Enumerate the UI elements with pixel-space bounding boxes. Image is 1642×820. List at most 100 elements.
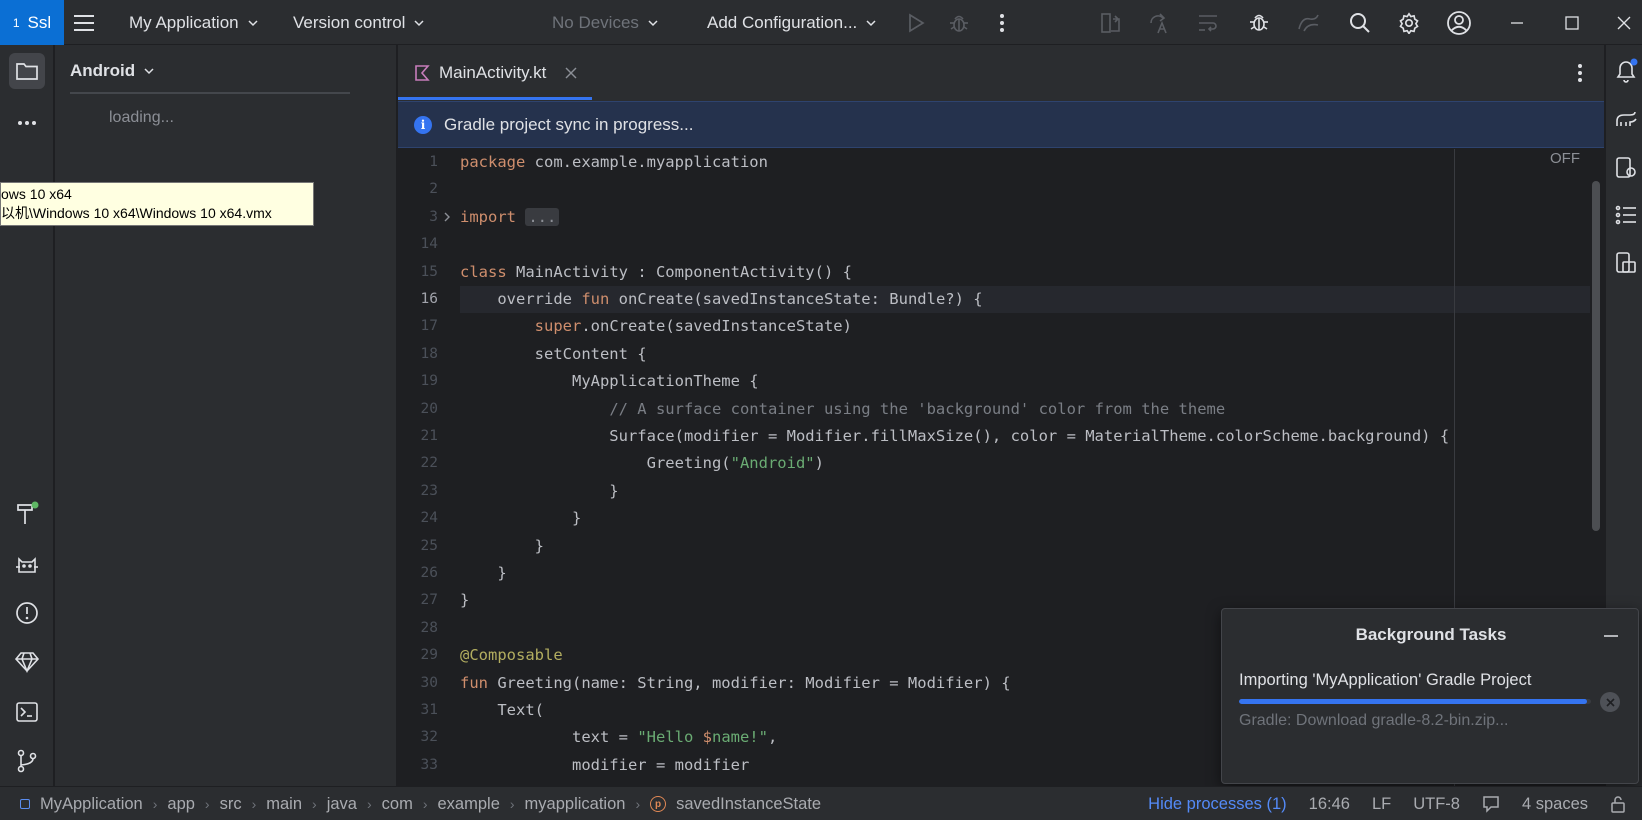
active-tab-indicator [398, 97, 592, 100]
hammer-icon [17, 501, 39, 524]
profiler-button[interactable] [1295, 9, 1323, 37]
code-line: } [460, 481, 619, 500]
line-number: 22 [420, 455, 438, 472]
line-number: 28 [420, 619, 438, 636]
more-vertical-icon [1000, 14, 1004, 32]
gradle-tool-button[interactable] [1614, 107, 1638, 133]
close-window-button[interactable] [1610, 9, 1638, 37]
bug-arrow-icon [1250, 14, 1268, 31]
background-tasks-title: Background Tasks [1355, 625, 1507, 644]
project-tool-button[interactable] [9, 53, 45, 89]
breadcrumb-separator-icon: › [312, 796, 317, 812]
chevron-down-icon [866, 19, 876, 26]
folded-imports[interactable]: ... [525, 207, 560, 226]
breadcrumb-item[interactable]: src [220, 795, 242, 814]
debug-button[interactable] [945, 9, 973, 37]
breadcrumb-item[interactable]: com [382, 795, 413, 814]
device-manager-button[interactable] [1614, 155, 1638, 181]
status-lock-icon[interactable] [1610, 795, 1626, 813]
status-time: 16:46 [1308, 794, 1350, 813]
breadcrumb-item[interactable]: example [438, 795, 500, 814]
sync-gradle-button[interactable] [1194, 9, 1222, 37]
breadcrumb-item[interactable]: app [167, 795, 195, 814]
minimize-button[interactable] [1503, 9, 1531, 37]
title-bar: 1 Ssl My Application Version control No … [0, 0, 1642, 45]
breadcrumb-item[interactable]: savedInstanceState [676, 795, 821, 814]
build-tool-button[interactable] [13, 500, 41, 528]
device-selector[interactable]: No Devices [552, 0, 659, 45]
more-tools-button[interactable] [13, 109, 41, 137]
tooltip-line-1: ows 10 x64 [1, 186, 72, 202]
vcs-selector[interactable]: Version control [293, 0, 425, 45]
breadcrumb-item[interactable]: MyApplication [40, 795, 143, 814]
account-button[interactable] [1445, 9, 1473, 37]
close-icon [1605, 697, 1615, 707]
parameter-icon: p [650, 796, 667, 812]
branch-icon [17, 749, 37, 773]
info-icon: i [414, 115, 432, 134]
editor-tab-mainactivity[interactable]: MainActivity.kt [414, 45, 577, 101]
status-comment-icon[interactable] [1482, 795, 1500, 813]
inlay-off-label[interactable]: OFF [1550, 149, 1580, 168]
terminal-tool-button[interactable] [13, 698, 41, 726]
line-number: 14 [420, 236, 438, 253]
hide-processes-link[interactable]: Hide processes (1) [1148, 795, 1286, 814]
vertical-scrollbar[interactable] [1592, 181, 1600, 531]
line-number: 26 [420, 565, 438, 581]
line-separator-widget[interactable]: LF [1372, 795, 1391, 814]
encoding-widget[interactable]: UTF-8 [1413, 795, 1460, 814]
code-line: package com.example.myapplication [460, 153, 768, 171]
background-tasks-popup: Background Tasks Importing 'MyApplicatio… [1221, 608, 1639, 784]
fold-chevron-icon[interactable] [442, 204, 454, 231]
cancel-task-button[interactable] [1600, 692, 1620, 712]
line-number: 15 [420, 263, 438, 280]
tab-options-button[interactable] [1566, 59, 1594, 87]
minimize-popup-button[interactable] [1602, 627, 1620, 645]
search-icon [1350, 13, 1370, 33]
search-button[interactable] [1346, 9, 1374, 37]
notifications-button[interactable] [1614, 58, 1638, 84]
taskbar-ssl-tab[interactable]: 1 Ssl [0, 0, 64, 45]
vcs-label: Version control [293, 12, 406, 32]
code-line: MyApplicationTheme { [460, 372, 759, 391]
chevron-down-icon [144, 68, 154, 75]
run-button[interactable] [902, 9, 930, 37]
breadcrumb-item[interactable]: java [327, 795, 357, 814]
kotlin-file-icon [415, 65, 430, 81]
project-selector[interactable]: My Application [129, 0, 259, 45]
window-tooltip: ows 10 x64 以机\Windows 10 x64\Windows 10 … [0, 182, 314, 226]
tab-close-button[interactable] [565, 67, 577, 79]
tooltip-line-2: 以机\Windows 10 x64\Windows 10 x64.vmx [1, 205, 272, 221]
code-line: Greeting("Android") [460, 454, 824, 473]
unlock-icon [1611, 796, 1625, 813]
logcat-tool-button[interactable] [13, 550, 41, 578]
apply-changes-button[interactable] [1097, 9, 1125, 37]
comment-icon [1483, 796, 1499, 813]
breadcrumb-item[interactable]: myapplication [525, 795, 626, 814]
project-view-selector[interactable]: Android [70, 61, 155, 81]
code-line: } [460, 509, 582, 528]
apply-code-changes-button[interactable] [1145, 9, 1173, 37]
profiler-icon [1298, 14, 1319, 32]
attach-debugger-button[interactable] [1245, 9, 1273, 37]
play-icon [909, 13, 925, 33]
chevron-down-icon [414, 19, 424, 26]
bug-icon [950, 15, 968, 32]
device-explorer-button[interactable] [1614, 250, 1638, 276]
main-menu-button[interactable] [70, 9, 98, 37]
settings-button[interactable] [1395, 9, 1423, 37]
problems-tool-button[interactable] [13, 599, 41, 627]
more-actions-button[interactable] [988, 9, 1016, 37]
git-tool-button[interactable] [13, 747, 41, 775]
line-number: 23 [420, 482, 438, 499]
breadcrumb-separator-icon: › [152, 796, 158, 812]
gear-icon [1399, 12, 1419, 34]
run-config-selector[interactable]: Add Configuration... [707, 0, 877, 45]
breadcrumb-item[interactable]: main [266, 795, 302, 814]
line-number: 29 [420, 647, 438, 664]
app-quality-button[interactable] [13, 648, 41, 676]
line-number: 25 [420, 537, 438, 554]
indent-widget[interactable]: 4 spaces [1522, 795, 1588, 814]
maximize-button[interactable] [1558, 9, 1586, 37]
structure-tool-button[interactable] [1614, 202, 1638, 228]
